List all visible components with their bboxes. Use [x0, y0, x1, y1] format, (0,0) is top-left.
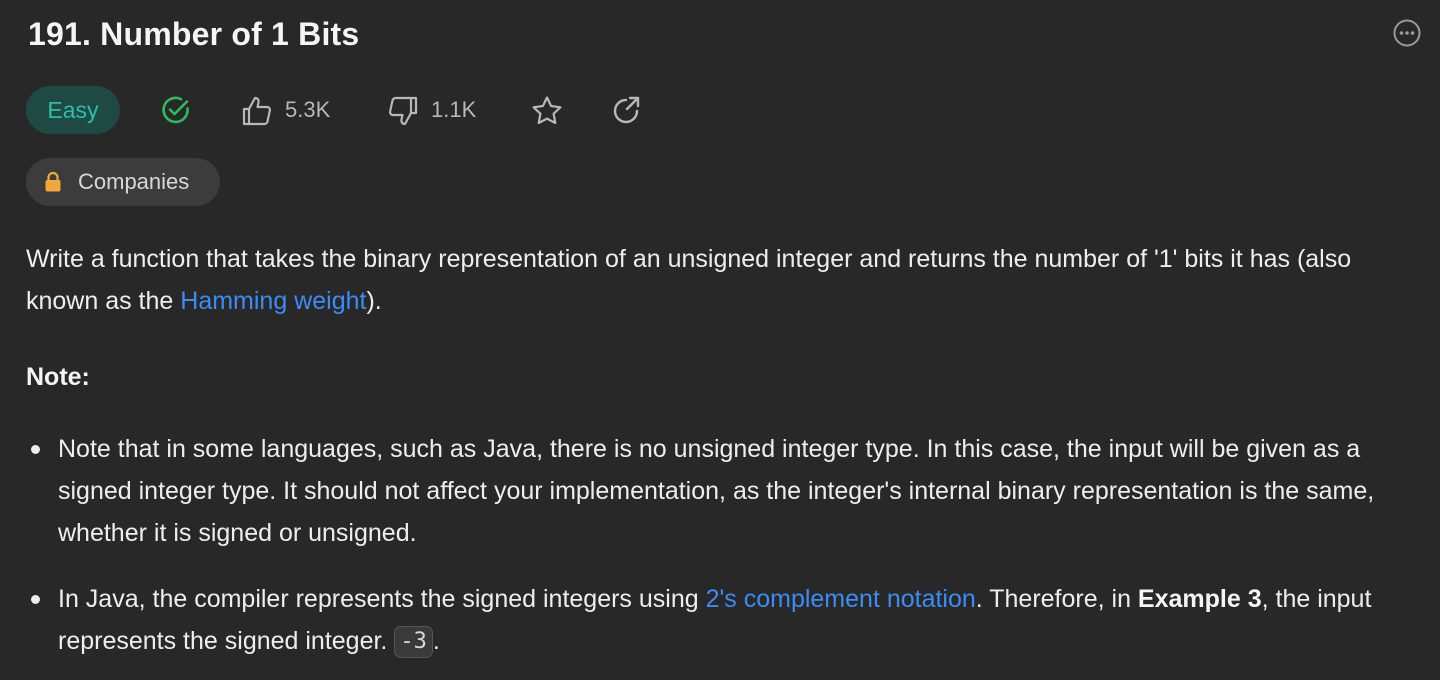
companies-label: Companies	[78, 169, 190, 194]
bullet-icon	[31, 445, 40, 454]
thumbs-down-icon[interactable]	[386, 94, 420, 128]
list-item: In Java, the compiler represents the sig…	[26, 578, 1416, 662]
note-2-text-end: .	[432, 627, 440, 655]
star-icon[interactable]	[530, 94, 564, 128]
twos-complement-link[interactable]: 2's complement notation	[706, 585, 976, 613]
hamming-weight-link[interactable]: Hamming weight	[180, 287, 366, 315]
difficulty-badge: Easy	[26, 86, 120, 134]
list-item: Note that in some languages, such as Jav…	[26, 428, 1416, 554]
dislike-count: 1.1K	[431, 97, 477, 122]
note-1-text: Note that in some languages, such as Jav…	[58, 435, 1375, 547]
companies-button[interactable]: Companies	[26, 158, 220, 206]
problem-title: 191. Number of 1 Bits	[28, 16, 360, 52]
share-icon[interactable]	[610, 94, 642, 126]
notes-list: Note that in some languages, such as Jav…	[26, 428, 1416, 662]
note-2-text: In Java, the compiler represents the sig…	[58, 585, 706, 613]
check-circle-icon	[162, 96, 189, 124]
more-options-icon[interactable]	[1393, 19, 1421, 47]
problem-meta-row: Easy 5.3K 1.1K	[26, 86, 726, 134]
note-2-text-cont: . Therefore, in	[975, 585, 1138, 613]
like-count: 5.3K	[285, 97, 331, 122]
note-heading: Note:	[26, 363, 90, 391]
bullet-icon	[31, 595, 40, 604]
thumbs-up-icon[interactable]	[240, 94, 274, 128]
lock-icon	[45, 171, 61, 192]
example-3-ref: Example 3	[1137, 585, 1262, 613]
problem-description: Write a function that takes the binary r…	[26, 238, 1416, 322]
intro-text-end: ).	[366, 287, 382, 315]
inline-code: -3	[394, 626, 433, 658]
